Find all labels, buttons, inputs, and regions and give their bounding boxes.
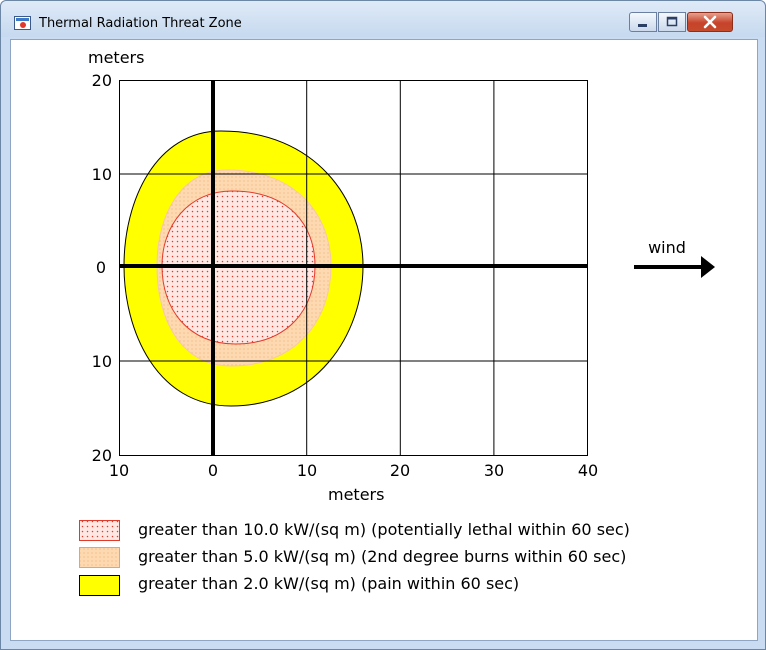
wind-label: wind (648, 238, 686, 257)
legend-swatch-burns (79, 547, 120, 568)
x-tick-label: 10 (109, 461, 129, 480)
x-tick-label: 0 (208, 461, 218, 480)
threat-zone-plot: meters meters 20 10 0 10 20 10 0 10 20 3… (79, 48, 715, 596)
x-tick-label: 10 (297, 461, 317, 480)
minimize-button[interactable] (629, 12, 657, 32)
minimize-icon (638, 24, 647, 27)
close-icon (703, 15, 717, 29)
close-button[interactable] (687, 12, 733, 32)
window-title: Thermal Radiation Threat Zone (39, 16, 242, 31)
y-unit-label: meters (88, 48, 144, 67)
threat-zones (123, 130, 364, 407)
x-tick-label: 30 (484, 461, 504, 480)
x-tick-label: 40 (578, 461, 598, 480)
app-icon (14, 16, 31, 30)
legend-label-pain: greater than 2.0 kW/(sq m) (pain within … (138, 574, 519, 593)
plot-area: meters meters 20 10 0 10 20 10 0 10 20 3… (10, 39, 758, 641)
legend-label-burns: greater than 5.0 kW/(sq m) (2nd degree b… (138, 547, 626, 566)
maximize-button[interactable] (658, 12, 686, 32)
wind-arrow-icon (634, 256, 715, 278)
y-tick-label: 0 (96, 258, 106, 277)
maximize-icon (666, 16, 678, 27)
legend: greater than 10.0 kW/(sq m) (potentially… (79, 520, 630, 596)
app-window: Thermal Radiation Threat Zone meters met… (0, 0, 766, 650)
y-tick-label: 20 (92, 71, 112, 90)
x-unit-label: meters (328, 485, 384, 504)
y-tick-label: 10 (92, 165, 112, 184)
legend-label-lethal: greater than 10.0 kW/(sq m) (potentially… (138, 520, 630, 539)
y-tick-label: 10 (92, 352, 112, 371)
title-bar[interactable]: Thermal Radiation Threat Zone (1, 1, 765, 37)
x-tick-label: 20 (390, 461, 410, 480)
legend-swatch-pain (79, 575, 120, 596)
legend-swatch-lethal (79, 520, 120, 541)
